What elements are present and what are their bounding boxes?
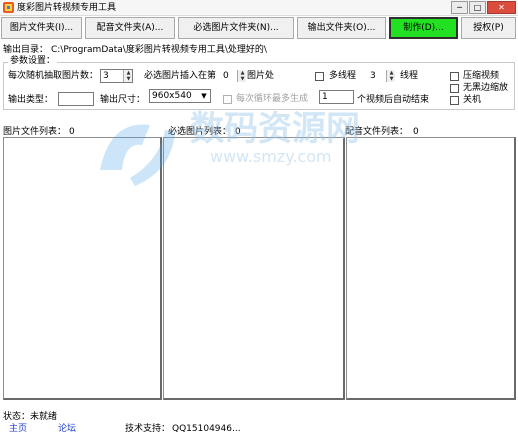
shutdown-label: 关机 xyxy=(463,95,482,105)
home-link[interactable]: 主页 xyxy=(9,424,27,432)
compress-video-label: 压缩视频 xyxy=(463,71,500,81)
window-title: 度彩图片转视频专用工具 xyxy=(17,3,117,13)
shutdown-checkbox[interactable] xyxy=(450,96,459,105)
forum-link[interactable]: 论坛 xyxy=(58,424,76,432)
images-list[interactable] xyxy=(3,137,162,400)
insert-position-value: 0 xyxy=(223,71,229,81)
no-border-scale-checkbox[interactable] xyxy=(450,84,459,93)
output-size-value: 960x540 xyxy=(152,91,192,101)
output-size-label: 输出尺寸： xyxy=(100,95,146,105)
support-label: 技术支持： xyxy=(125,424,171,432)
chevron-down-icon[interactable]: ▼ xyxy=(199,91,209,101)
minimize-button[interactable]: ─ xyxy=(451,1,468,14)
app-logo-icon xyxy=(3,2,14,13)
spin-down-icon[interactable]: ▼ xyxy=(387,76,396,82)
insert-position-suffix: 图片处 xyxy=(247,71,275,81)
random-count-arrows[interactable]: ▲ ▼ xyxy=(123,70,132,82)
insert-position-label: 必选图片插入在第 xyxy=(144,71,217,81)
no-border-scale-label: 无黑边缩放 xyxy=(463,83,509,93)
cycle-limit-label: 每次循环最多生成 xyxy=(236,94,309,104)
output-size-select[interactable]: 960x540 ▼ xyxy=(149,89,211,103)
thread-count-stepper[interactable]: 3 ▲ ▼ xyxy=(367,69,396,83)
compress-video-checkbox[interactable] xyxy=(450,72,459,81)
audio-list[interactable] xyxy=(346,137,516,400)
output-dir-label: 输出目录： xyxy=(3,45,49,55)
output-type-select[interactable] xyxy=(58,92,94,106)
cycle-limit-checkbox[interactable] xyxy=(223,95,232,104)
multithread-label: 多线程 xyxy=(329,71,357,81)
thread-count-arrows[interactable]: ▲ ▼ xyxy=(386,70,395,82)
params-group-title: 参数设置： xyxy=(8,56,58,67)
image-folder-button[interactable]: 图片文件夹(I)... xyxy=(1,17,82,39)
random-count-label: 每次随机抽取图片数： xyxy=(8,71,99,81)
multithread-checkbox[interactable] xyxy=(315,72,324,81)
support-value: QQ15104946... xyxy=(172,424,241,432)
random-count-stepper[interactable]: 3 ▲ ▼ xyxy=(100,69,133,83)
authorize-button[interactable]: 授权(P) xyxy=(461,17,516,39)
spin-down-icon[interactable]: ▼ xyxy=(124,76,133,82)
spin-down-icon[interactable]: ▼ xyxy=(238,76,247,82)
cycle-limit-input[interactable]: 1 xyxy=(319,90,354,104)
cycle-limit-suffix: 个视频后自动结束 xyxy=(357,95,430,105)
make-button[interactable]: 制作(D)... xyxy=(389,17,458,39)
required-image-folder-button[interactable]: 必选图片文件夹(N)... xyxy=(178,17,294,39)
thread-count-value: 3 xyxy=(370,71,376,81)
close-button[interactable]: ✕ xyxy=(487,1,516,14)
thread-suffix-label: 线程 xyxy=(400,71,419,81)
random-count-value: 3 xyxy=(103,71,109,81)
insert-position-arrows[interactable]: ▲ ▼ xyxy=(237,70,246,82)
output-folder-button[interactable]: 输出文件夹(O)... xyxy=(297,17,386,39)
output-type-label: 输出类型： xyxy=(8,95,54,105)
insert-position-stepper[interactable]: 0 ▲ ▼ xyxy=(220,69,247,83)
output-dir-path: C:\ProgramData\度彩图片转视频专用工具\处理好的\ xyxy=(51,45,267,55)
app-window: 度彩图片转视频专用工具 ─ □ ✕ 图片文件夹(I)... 配音文件夹(A)..… xyxy=(0,0,518,432)
required-images-list[interactable] xyxy=(163,137,345,400)
maximize-button[interactable]: □ xyxy=(469,1,486,14)
title-bar[interactable]: 度彩图片转视频专用工具 ─ □ ✕ xyxy=(0,0,518,16)
audio-folder-button[interactable]: 配音文件夹(A)... xyxy=(85,17,175,39)
status-text: 状态：未就绪 xyxy=(3,412,58,422)
cycle-limit-value: 1 xyxy=(322,92,328,102)
